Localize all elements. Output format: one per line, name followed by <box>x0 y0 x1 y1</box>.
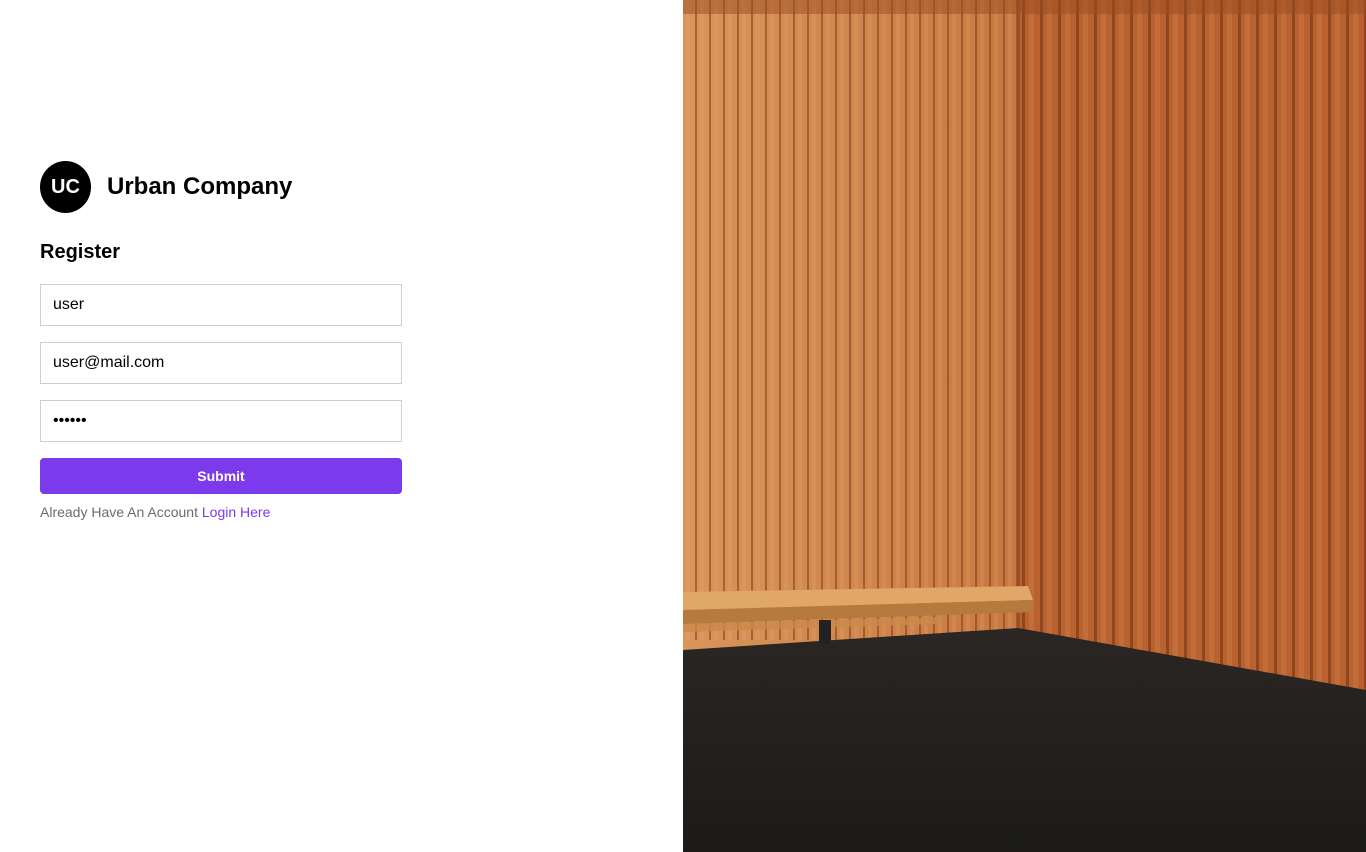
brand-name: Urban Company <box>107 173 293 200</box>
form-title: Register <box>40 241 121 263</box>
hero-image <box>683 0 1366 852</box>
brand-header: UC Urban Company <box>40 161 402 213</box>
password-input[interactable] <box>40 400 402 442</box>
register-form: UC Urban Company Register Submit Already… <box>40 161 402 520</box>
login-link[interactable]: Login Here <box>202 504 271 520</box>
username-input[interactable] <box>40 284 402 326</box>
form-panel: UC Urban Company Register Submit Already… <box>0 0 683 852</box>
brand-logo: UC <box>40 161 91 213</box>
wooden-wall-photo <box>683 0 1366 852</box>
login-prompt-text: Already Have An Account <box>40 504 198 520</box>
email-input[interactable] <box>40 342 402 384</box>
submit-button[interactable]: Submit <box>40 458 402 494</box>
register-page: UC Urban Company Register Submit Already… <box>0 0 1366 852</box>
login-prompt: Already Have An Account Login Here <box>40 504 402 520</box>
